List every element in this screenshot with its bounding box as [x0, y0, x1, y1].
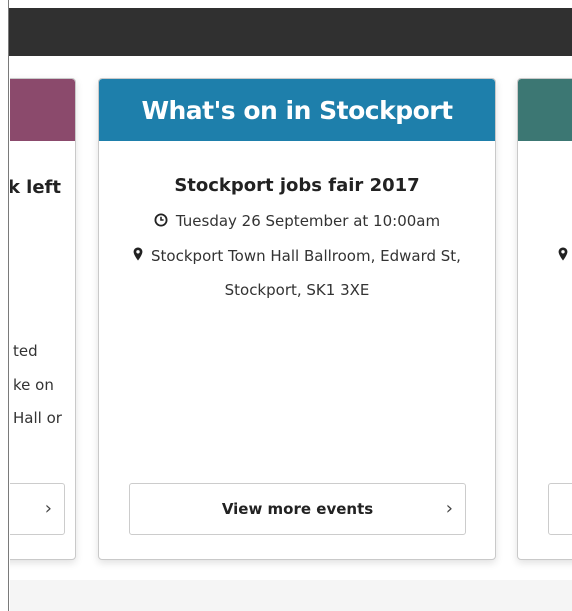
event-card-previous: k left ted ke on Hall or › [10, 78, 76, 560]
button-label: View more events [221, 500, 374, 518]
card-heading: What's on in Stockport [141, 95, 453, 125]
events-carousel: k left ted ke on Hall or › What's on in … [10, 56, 572, 611]
window-left-edge [0, 0, 9, 611]
event-title: k left [10, 177, 61, 198]
more-events-button[interactable] [548, 483, 572, 535]
clock-icon [154, 205, 168, 239]
event-text-line: ted [13, 342, 38, 360]
card-header: What's on in Stockport [99, 79, 495, 141]
map-pin-icon [133, 239, 143, 273]
event-title[interactable]: Stockport jobs fair 2017 [99, 175, 495, 196]
event-card-stockport: What's on in Stockport Stockport jobs fa… [98, 78, 496, 560]
more-events-button[interactable]: › [10, 483, 65, 535]
view-more-events-button[interactable]: View more events › [129, 483, 466, 535]
card-header [10, 79, 75, 141]
chevron-right-icon: › [445, 498, 453, 519]
event-card-next [517, 78, 572, 560]
event-location-line: Stockport, SK1 3XE [224, 281, 370, 299]
event-text-line: ke on [13, 376, 54, 394]
event-location: Stockport Town Hall Ballroom, Edward St, [99, 239, 495, 274]
map-pin-icon [558, 246, 568, 265]
card-header [518, 79, 572, 141]
page-footer-band [10, 580, 572, 611]
chevron-right-icon: › [44, 498, 52, 519]
event-datetime-text: Tuesday 26 September at 10:00am [175, 212, 441, 230]
event-location-line: Stockport Town Hall Ballroom, Edward St, [151, 246, 461, 265]
event-datetime: Tuesday 26 September at 10:00am [99, 204, 495, 239]
top-navigation-bar [9, 8, 572, 56]
event-text-line: Hall or [13, 409, 62, 427]
